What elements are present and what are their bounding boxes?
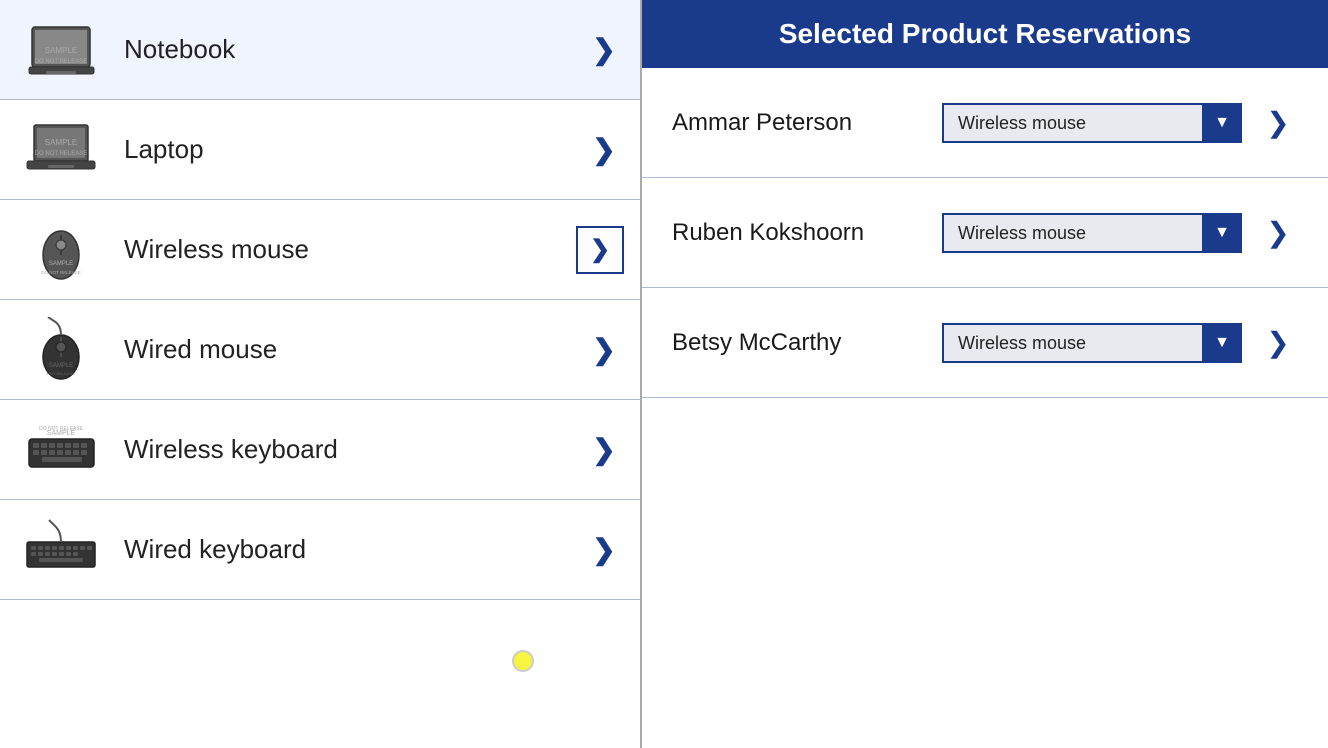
product-item-wired-mouse[interactable]: SAMPLE NOT RELEASE Wired mouse ❯: [0, 300, 640, 400]
person-name-ammar: Ammar Peterson: [672, 109, 942, 137]
laptop-label: Laptop: [124, 134, 584, 165]
product-select-container-betsy: Wireless mouse Wired mouse Wireless keyb…: [942, 323, 1242, 363]
reservation-chevron-ruben[interactable]: ❯: [1258, 213, 1298, 253]
panel-title: Selected Product Reservations: [642, 0, 1328, 68]
reservation-chevron-ammar[interactable]: ❯: [1258, 103, 1298, 143]
person-name-betsy: Betsy McCarthy: [672, 329, 942, 357]
svg-text:SAMPLE: SAMPLE: [44, 46, 76, 55]
wired-keyboard-label: Wired keyboard: [124, 534, 584, 565]
product-select-wrapper-ruben: Wireless mouse Wired mouse Wireless keyb…: [942, 213, 1242, 253]
svg-text:SAMPLE: SAMPLE: [44, 138, 76, 147]
reservation-chevron-betsy[interactable]: ❯: [1258, 323, 1298, 363]
svg-text:DO NOT RELEASE: DO NOT RELEASE: [34, 59, 87, 65]
wireless-mouse-icon: SAMPLE DO NOT RELEASE: [16, 212, 106, 287]
reservations-panel: Selected Product Reservations Ammar Pete…: [642, 0, 1328, 748]
wireless-keyboard-label: Wireless keyboard: [124, 434, 584, 465]
cursor: [512, 650, 534, 672]
product-select-container-ruben: Wireless mouse Wired mouse Wireless keyb…: [942, 213, 1242, 253]
wireless-mouse-chevron[interactable]: ❯: [576, 226, 624, 274]
product-item-wireless-mouse[interactable]: SAMPLE DO NOT RELEASE Wireless mouse ❯: [0, 200, 640, 300]
product-select-wrapper-betsy: Wireless mouse Wired mouse Wireless keyb…: [942, 323, 1242, 363]
reservation-row-betsy: Betsy McCarthy Wireless mouse Wired mous…: [642, 288, 1328, 398]
notebook-chevron[interactable]: ❯: [584, 30, 624, 70]
wireless-keyboard-chevron[interactable]: ❯: [584, 430, 624, 470]
product-item-notebook[interactable]: SAMPLE DO NOT RELEASE Notebook ❯: [0, 0, 640, 100]
wireless-keyboard-icon: SAMPLE DO NOT RELEASE: [16, 412, 106, 487]
wired-mouse-label: Wired mouse: [124, 334, 584, 365]
wired-keyboard-icon: [16, 512, 106, 587]
svg-text:NOT RELEASE: NOT RELEASE: [47, 371, 75, 376]
laptop-icon: SAMPLE DO NOT RELEASE: [16, 112, 106, 187]
wired-mouse-chevron[interactable]: ❯: [584, 330, 624, 370]
product-select-container-ammar: Wireless mouse Wired mouse Wireless keyb…: [942, 103, 1242, 143]
notebook-label: Notebook: [124, 34, 584, 65]
product-item-laptop[interactable]: SAMPLE DO NOT RELEASE Laptop ❯: [0, 100, 640, 200]
reservation-row-ruben: Ruben Kokshoorn Wireless mouse Wired mou…: [642, 178, 1328, 288]
laptop-chevron[interactable]: ❯: [584, 130, 624, 170]
svg-text:DO NOT RELEASE: DO NOT RELEASE: [41, 270, 80, 275]
product-item-wired-keyboard[interactable]: Wired keyboard ❯: [0, 500, 640, 600]
product-select-betsy[interactable]: Wireless mouse Wired mouse Wireless keyb…: [942, 323, 1242, 363]
person-name-ruben: Ruben Kokshoorn: [672, 219, 942, 247]
wired-keyboard-chevron[interactable]: ❯: [584, 530, 624, 570]
product-select-ammar[interactable]: Wireless mouse Wired mouse Wireless keyb…: [942, 103, 1242, 143]
wireless-mouse-label: Wireless mouse: [124, 234, 576, 265]
product-select-wrapper-ammar: Wireless mouse Wired mouse Wireless keyb…: [942, 103, 1242, 143]
svg-text:SAMPLE: SAMPLE: [48, 363, 72, 369]
wired-mouse-icon: SAMPLE NOT RELEASE: [16, 312, 106, 387]
product-item-wireless-keyboard[interactable]: SAMPLE DO NOT RELEASE Wireless keyboard …: [0, 400, 640, 500]
product-list: SAMPLE DO NOT RELEASE Notebook ❯ SAMPLE …: [0, 0, 642, 748]
notebook-icon: SAMPLE DO NOT RELEASE: [16, 12, 106, 87]
reservation-row-ammar: Ammar Peterson Wireless mouse Wired mous…: [642, 68, 1328, 178]
product-select-ruben[interactable]: Wireless mouse Wired mouse Wireless keyb…: [942, 213, 1242, 253]
svg-text:DO NOT RELEASE: DO NOT RELEASE: [39, 426, 83, 432]
svg-text:DO NOT RELEASE: DO NOT RELEASE: [34, 151, 87, 157]
svg-text:SAMPLE: SAMPLE: [48, 261, 72, 267]
